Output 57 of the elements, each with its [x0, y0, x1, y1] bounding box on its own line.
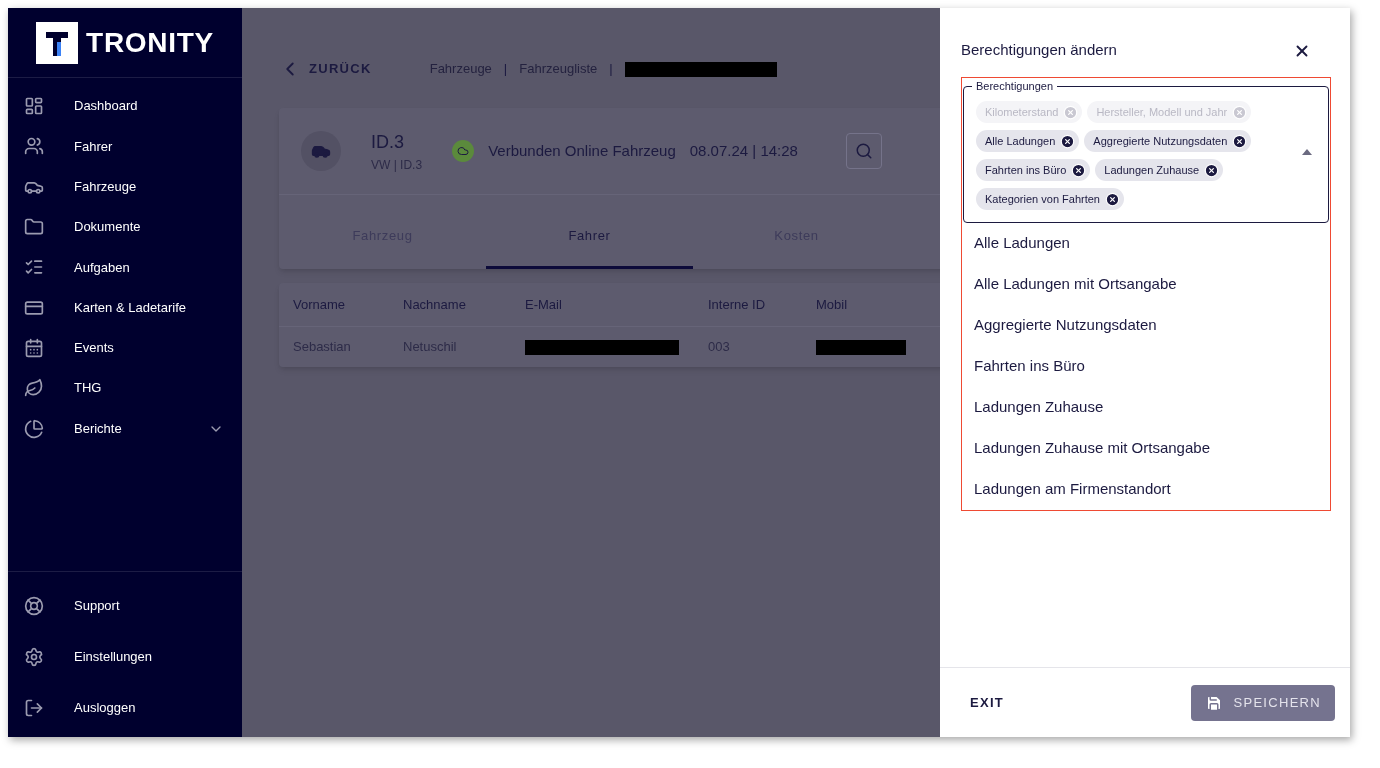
breadcrumb-separator: | [609, 60, 613, 79]
remove-icon [1204, 162, 1220, 178]
permission-chip[interactable]: Ladungen Zuhause [1095, 159, 1224, 181]
dashboard-icon [24, 96, 44, 117]
search-icon [854, 142, 873, 160]
option-item[interactable]: Fahrten ins Büro [974, 346, 1085, 387]
sidebar-item[interactable]: THG [8, 368, 242, 409]
sidebar-item[interactable]: Aufgaben [8, 247, 242, 288]
remove-icon [1063, 104, 1079, 120]
sidebar-item[interactable]: Events [8, 327, 242, 369]
remove-icon [1071, 162, 1087, 178]
logo-text: TRONITY [86, 25, 214, 60]
permission-chip[interactable]: Alle Ladungen [976, 130, 1080, 152]
option-item[interactable]: Ladungen am Firmenstandort [974, 469, 1171, 510]
sidebar-item[interactable]: Karten & Ladetarife [8, 287, 242, 328]
drawer-title: Berechtigungen ändern [961, 40, 1117, 61]
sidebar-item[interactable]: Einstellungen [8, 631, 242, 682]
pie-chart-icon [24, 418, 44, 439]
vehicle-name: ID.3 [371, 130, 405, 154]
sidebar-item[interactable]: Dokumente [8, 206, 242, 248]
settings-icon [24, 646, 44, 667]
sidebar-item[interactable]: Fahrer [8, 126, 242, 167]
remove-icon [1104, 191, 1120, 207]
logo-icon [36, 21, 79, 64]
permission-chip[interactable]: Aggregierte Nutzungsdaten [1084, 130, 1252, 152]
lifebuoy-icon [24, 595, 44, 616]
folder-icon [24, 217, 44, 238]
leaf-icon [24, 378, 44, 399]
option-item[interactable]: Alle Ladungen [974, 223, 1070, 264]
column-header: E-Mail [525, 295, 563, 314]
option-item[interactable]: Ladungen Zuhause mit Ortsangabe [974, 428, 1210, 469]
search-button[interactable] [845, 133, 882, 169]
option-item[interactable]: Aggregierte Nutzungsdaten [974, 305, 1157, 346]
breadcrumb-separator: | [503, 60, 508, 79]
remove-icon [1232, 133, 1248, 149]
option-item[interactable]: Alle Ladungen mit Ortsangabe [974, 264, 1177, 305]
remove-icon [1232, 104, 1248, 120]
exit-button[interactable]: EXIT [970, 692, 1005, 713]
sidebar-item[interactable]: Ausloggen [8, 682, 242, 733]
people-icon [24, 136, 44, 157]
cloud-icon [457, 145, 470, 157]
permission-chip[interactable]: Kategorien von Fahrten [976, 188, 1124, 210]
column-header: Mobil [816, 295, 849, 314]
sidebar-item[interactable]: Berichte [8, 408, 242, 449]
calendar-icon [24, 337, 44, 358]
timestamp: 08.07.24 | 14:28 [689, 140, 798, 161]
column-header: Nachname [403, 295, 467, 314]
sidebar-item[interactable]: Fahrzeuge [8, 166, 242, 207]
logout-icon [24, 697, 44, 718]
sidebar-item[interactable]: Dashboard [8, 86, 242, 127]
permission-chip[interactable]: Fahrten ins Büro [976, 159, 1091, 181]
remove-icon [1060, 133, 1076, 149]
column-header: Vorname [293, 295, 347, 314]
sidebar-item[interactable]: Support [8, 580, 242, 631]
column-header: Interne ID [708, 296, 767, 314]
connection-status: Verbunden Online Fahrzeug [488, 140, 676, 161]
option-item[interactable]: Ladungen Zuhause [974, 387, 1104, 428]
